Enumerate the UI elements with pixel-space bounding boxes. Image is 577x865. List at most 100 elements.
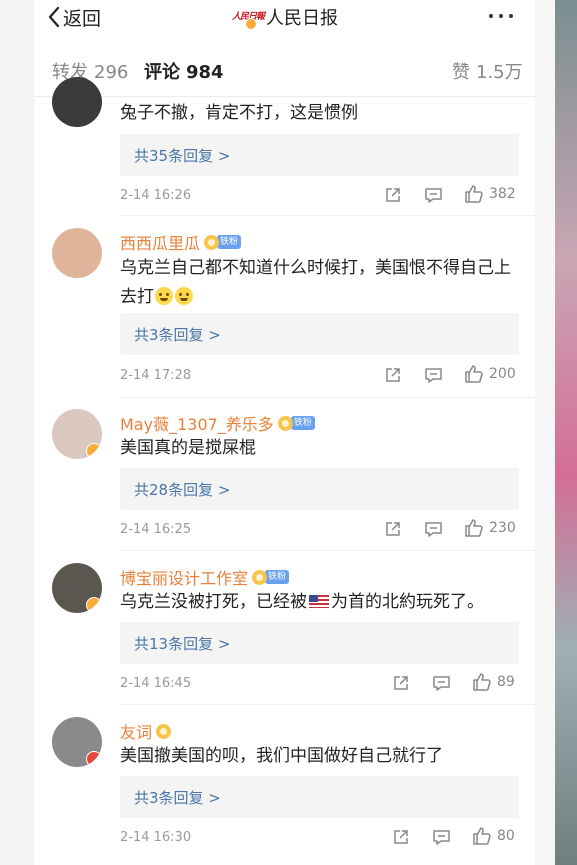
fan-badge-label: 铁粉 (217, 235, 242, 249)
username-text: 西西瓜里瓜 (120, 234, 201, 253)
reply-button[interactable] (432, 674, 451, 692)
share-button[interactable] (392, 828, 410, 846)
comment-icon (425, 188, 442, 203)
replies-link[interactable]: 共28条回复 > (120, 468, 519, 510)
share-icon (394, 830, 408, 844)
laughing-crying-emoji-icon (155, 287, 173, 305)
thumbs-up-icon (465, 519, 483, 537)
like-count: 382 (489, 186, 516, 202)
comment-text: 美国撤美国的呗，我们中国做好自己就行了 (120, 746, 443, 766)
tab-likes[interactable]: 赞 1.5万 (452, 58, 523, 84)
like-button[interactable]: 382 (464, 184, 516, 204)
reply-button[interactable] (424, 366, 443, 384)
comment-divider (120, 704, 535, 705)
comment-icon (425, 368, 442, 383)
share-button[interactable] (392, 674, 410, 692)
back-label: 返回 (63, 7, 102, 30)
comment-username[interactable]: 博宝丽设计工作室 铁粉 (120, 565, 290, 589)
replies-link[interactable]: 共13条回复 > (120, 622, 519, 664)
replies-link-label: 共35条回复 > (134, 147, 231, 165)
comment-time: 2-14 16:30 (120, 830, 192, 845)
comment-text: 美国真的是搅屎棍 (120, 438, 256, 458)
comment-username[interactable]: 西西瓜里瓜 铁粉 (120, 230, 242, 254)
fan-badge-label: 铁粉 (290, 416, 315, 430)
tab-comments-label: 评论 (144, 62, 180, 83)
replies-link[interactable]: 共3条回复 > (120, 313, 519, 355)
avatar[interactable] (52, 409, 102, 459)
fan-badge: 铁粉 (277, 415, 315, 431)
verified-badge-icon (86, 597, 102, 613)
avatar[interactable] (52, 228, 102, 278)
tab-likes-count: 1.5万 (476, 62, 523, 83)
share-button[interactable] (384, 366, 402, 384)
fan-badge-icon (204, 234, 220, 250)
comment-text: 乌克兰没被打死，已经被 为首的北約玩死了。 (120, 588, 535, 617)
comment-divider (120, 550, 535, 551)
reply-button[interactable] (432, 828, 451, 846)
account-title[interactable]: 人民日報 人民日报 (232, 3, 338, 31)
like-button[interactable]: 89 (472, 672, 515, 692)
background-left (0, 0, 34, 865)
avatar[interactable] (52, 717, 102, 767)
fan-badge-icon (252, 569, 268, 585)
thumbs-up-icon (473, 827, 491, 845)
replies-link[interactable]: 共35条回复 > (120, 134, 519, 176)
comment-icon (425, 522, 442, 537)
like-count: 80 (497, 828, 515, 844)
fan-badge-icon (277, 415, 293, 431)
like-button[interactable]: 200 (464, 364, 516, 384)
username-text: 博宝丽设计工作室 (120, 569, 249, 588)
reply-button[interactable] (424, 520, 443, 538)
replies-link-label: 共3条回复 > (134, 789, 221, 807)
comment-username[interactable]: 友词 (120, 719, 172, 743)
tab-likes-label: 赞 (452, 62, 470, 83)
tab-bar: 转发 296 评论 984 赞 1.5万 (34, 44, 535, 97)
laughing-crying-emoji-icon (175, 287, 193, 305)
more-options-icon[interactable] (489, 14, 513, 18)
comment-divider (120, 397, 535, 398)
weibo-comment-screen: 返回 人民日報 人民日报 转发 296 评论 984 赞 1.5万 兔子不撤，肯定不打… (34, 0, 535, 865)
like-count: 89 (497, 674, 515, 690)
comment-text-part2: 为首的北約玩死了。 (331, 592, 484, 612)
verified-badge-icon (86, 443, 102, 459)
like-button[interactable]: 80 (472, 826, 515, 846)
fan-badge-label: 铁粉 (265, 570, 290, 584)
like-count: 230 (489, 520, 516, 536)
tab-comments[interactable]: 评论 984 (144, 58, 224, 84)
comment-time: 2-14 16:25 (120, 522, 192, 537)
share-icon (386, 368, 400, 382)
replies-link[interactable]: 共3条回复 > (120, 776, 519, 818)
chevron-left-icon (48, 6, 60, 28)
comment-divider (120, 215, 535, 216)
comment-time: 2-14 16:45 (120, 676, 192, 691)
us-flag-icon (309, 595, 329, 608)
comment-time: 2-14 16:26 (120, 188, 192, 203)
comment-text: 乌克兰自己都不知道什么时候打，美国恨不得自己上去打 (120, 254, 520, 312)
replies-link-label: 共13条回复 > (134, 635, 231, 653)
fan-badge: 铁粉 (204, 234, 242, 250)
avatar[interactable] (52, 77, 102, 127)
like-button[interactable]: 230 (464, 518, 516, 538)
top-nav-bar: 返回 人民日報 人民日报 (34, 0, 535, 38)
avatar[interactable] (52, 563, 102, 613)
comment-time: 2-14 17:28 (120, 368, 192, 383)
back-button[interactable]: 返回 (48, 3, 101, 31)
thumbs-up-icon (465, 365, 483, 383)
username-text: 友词 (120, 723, 153, 742)
share-button[interactable] (384, 520, 402, 538)
share-icon (386, 188, 400, 202)
tab-comments-count: 984 (186, 62, 224, 83)
comment-username[interactable]: May薇_1307_养乐多 铁粉 (120, 411, 315, 435)
reply-button[interactable] (424, 186, 443, 204)
share-icon (386, 522, 400, 536)
comment-icon (433, 676, 450, 691)
background-right (535, 0, 555, 865)
verified-badge-icon (86, 751, 102, 767)
username-text: May薇_1307_养乐多 (120, 415, 274, 434)
fan-badge-icon (156, 723, 172, 739)
comment-text-part1: 乌克兰没被打死，已经被 (120, 592, 307, 612)
comment-text: 兔子不撤，肯定不打，这是惯例 (120, 103, 358, 123)
share-button[interactable] (384, 186, 402, 204)
replies-link-label: 共28条回复 > (134, 481, 231, 499)
account-logo: 人民日報 (232, 7, 265, 30)
